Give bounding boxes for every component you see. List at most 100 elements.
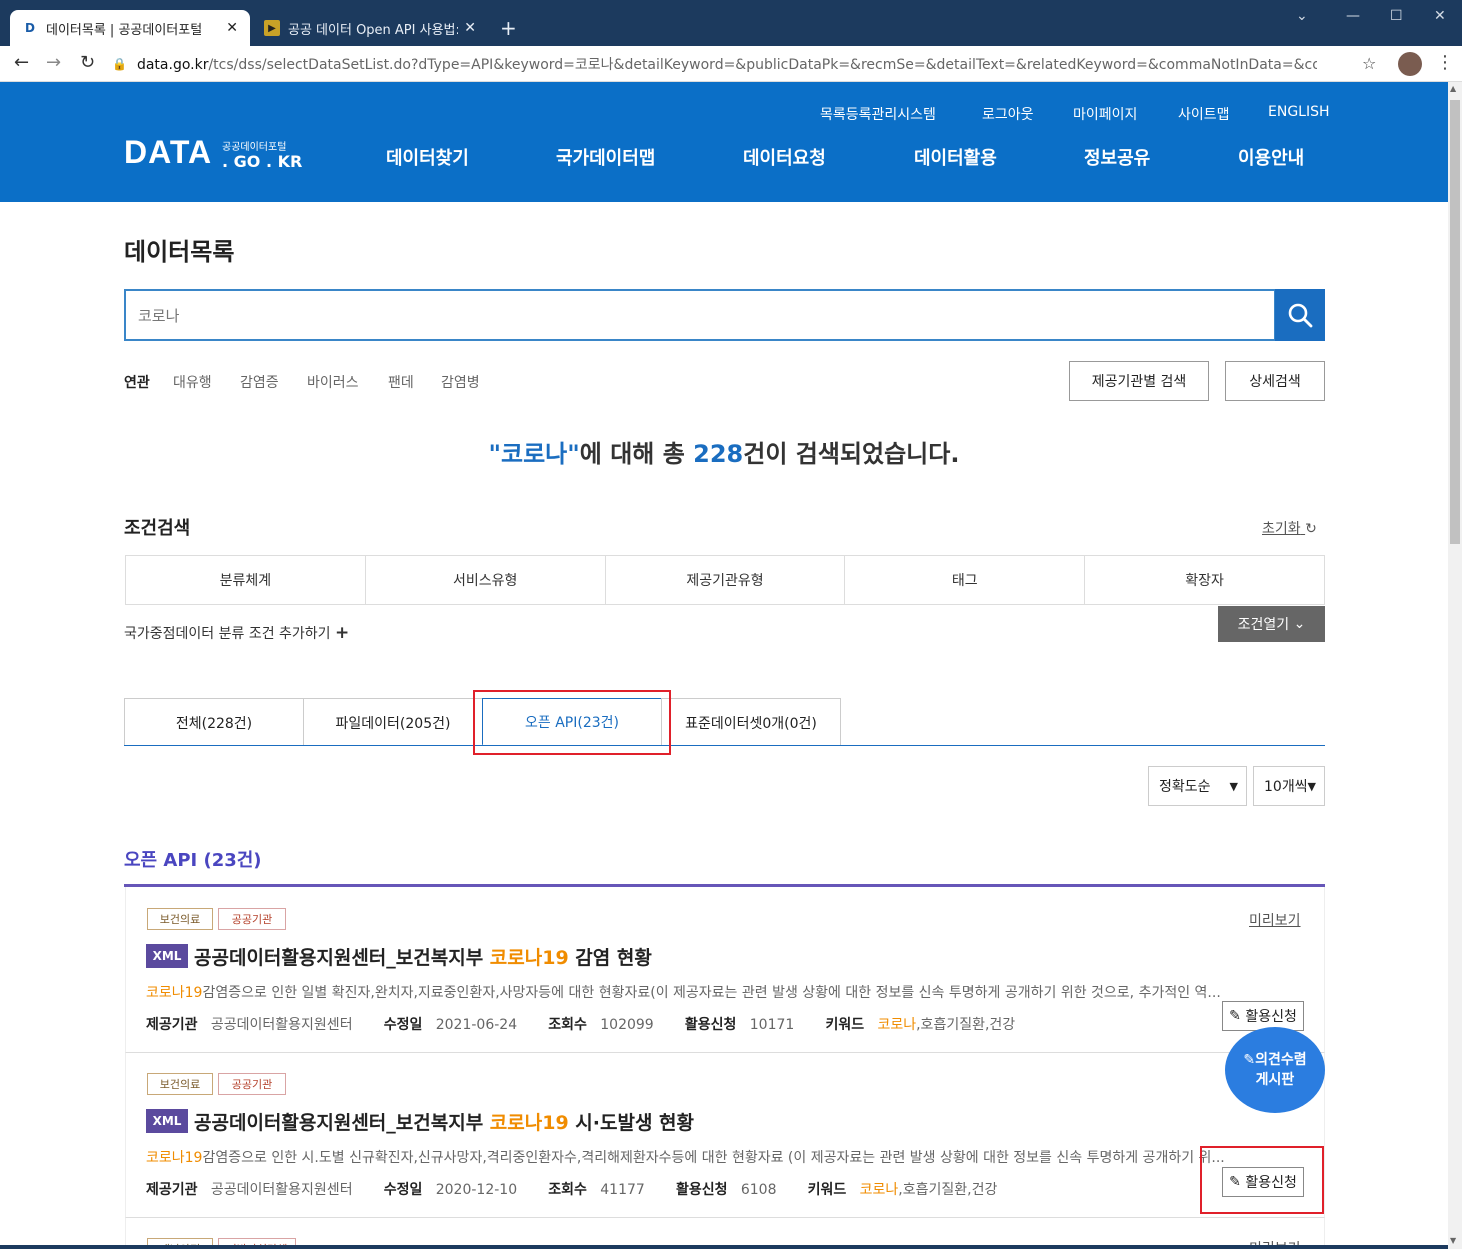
filter-extension[interactable]: 확장자 xyxy=(1085,556,1324,604)
meta-value: 공공데이터활용지원센터 xyxy=(210,1017,353,1033)
item-title[interactable]: 공공데이터활용지원센터_보건복지부 코로나19 시·도발생 현황 xyxy=(194,1108,694,1135)
back-arrow-icon[interactable]: ← xyxy=(14,52,29,73)
result-count: 228 xyxy=(693,440,744,468)
item-description: 코로나19감염증으로 인한 일별 확진자,완치자,지료중인환자,사망자등에 대한… xyxy=(146,982,1306,1002)
title-highlight: 코로나19 xyxy=(489,947,569,969)
meta-value: 2021-06-24 xyxy=(435,1017,518,1033)
category-badge: 보건의료 xyxy=(147,1073,213,1095)
apply-label: 활용신청 xyxy=(1245,1009,1297,1025)
minimize-icon[interactable]: — xyxy=(1346,8,1360,24)
feedback-board-button[interactable]: ✎의견수렴 게시판 xyxy=(1225,1027,1325,1113)
search-input[interactable]: 코로나 xyxy=(124,289,1276,341)
browser-tab-active[interactable]: D 데이터목록 | 공공데이터포털 ✕ xyxy=(10,10,250,46)
util-link-english[interactable]: ENGLISH xyxy=(1268,104,1330,120)
window-bottom-border xyxy=(0,1245,1448,1249)
filter-classification[interactable]: 분류체계 xyxy=(126,556,366,604)
desc-highlight: 코로나19 xyxy=(146,1150,203,1166)
add-national-condition[interactable]: 국가중점데이터 분류 조건 추가하기 + xyxy=(124,623,349,643)
browser-tab-inactive[interactable]: ▶ 공공 데이터 Open API 사용법: ✕ xyxy=(252,10,488,46)
tab-standard-dataset[interactable]: 표준데이터셋0개(0건) xyxy=(661,698,841,746)
util-link-mypage[interactable]: 마이페이지 xyxy=(1073,104,1137,124)
related-term[interactable]: 대유행 xyxy=(173,372,212,392)
lock-icon: 🔒 xyxy=(112,57,127,71)
tab-title: 공공 데이터 Open API 사용법: xyxy=(288,22,459,38)
tab-file-data[interactable]: 파일데이터(205건) xyxy=(303,698,483,746)
chevron-down-icon: ▼ xyxy=(1307,779,1316,793)
reset-button[interactable]: 초기화 ↻ xyxy=(1262,518,1317,538)
site-logo[interactable]: DATA 공공데이터포털 . GO . KR xyxy=(124,134,302,171)
logo-data-text: DATA xyxy=(124,134,213,170)
page-title: 데이터목록 xyxy=(124,238,235,266)
close-tab-icon[interactable]: ✕ xyxy=(226,20,238,36)
url-field[interactable]: 🔒 data.go.kr/tcs/dss/selectDataSetList.d… xyxy=(112,50,1390,78)
meta-key: 조회수 xyxy=(548,1182,587,1198)
related-term[interactable]: 감염증 xyxy=(240,372,279,392)
apply-button[interactable]: ✎ 활용신청 xyxy=(1222,1001,1304,1031)
util-link-sitemap[interactable]: 사이트맵 xyxy=(1178,104,1230,124)
data-portal-favicon-icon: D xyxy=(25,21,35,35)
nav-data-usage[interactable]: 데이터활용 xyxy=(914,144,997,170)
sort-order-select[interactable]: 정확도순 ▼ xyxy=(1148,766,1247,806)
nav-guide[interactable]: 이용안내 xyxy=(1238,144,1304,170)
item-title[interactable]: 공공데이터활용지원센터_보건복지부 코로나19 감염 현황 xyxy=(194,943,652,970)
profile-avatar[interactable] xyxy=(1398,52,1422,76)
feedback-label: 게시판 xyxy=(1255,1072,1295,1088)
filter-provider-type[interactable]: 제공기관유형 xyxy=(606,556,846,604)
desc-text: 감염증으로 인한 일별 확진자,완치자,지료중인환자,사망자등에 대한 현황자료… xyxy=(202,985,1221,1001)
filter-tag[interactable]: 태그 xyxy=(845,556,1086,604)
format-badge: XML xyxy=(146,944,188,968)
provider-search-button[interactable]: 제공기관별 검색 xyxy=(1069,361,1209,401)
url-domain: data.go.kr xyxy=(136,57,209,73)
close-window-icon[interactable]: ✕ xyxy=(1434,8,1446,24)
open-conditions-button[interactable]: 조건열기 ⌄ xyxy=(1218,606,1325,642)
tab-underline xyxy=(124,745,1325,746)
scrollbar-thumb[interactable] xyxy=(1450,100,1460,544)
forward-arrow-icon[interactable]: → xyxy=(46,52,61,73)
detail-search-button[interactable]: 상세검색 xyxy=(1225,361,1325,401)
tab-search-chevron-icon[interactable]: ⌄ xyxy=(1296,8,1308,24)
browser-menu-icon[interactable]: ⋮ xyxy=(1436,52,1454,73)
logo-domain-text: . GO . KR xyxy=(222,152,303,171)
category-badge: 보건의료 xyxy=(147,908,213,930)
title-text: 감염 현황 xyxy=(568,947,652,969)
tab-all[interactable]: 전체(228건) xyxy=(124,698,304,746)
result-summary: "코로나"에 대해 총 228건이 검색되었습니다. xyxy=(0,434,1448,469)
related-term[interactable]: 감염병 xyxy=(441,372,480,392)
reload-icon[interactable]: ↻ xyxy=(80,52,95,73)
refresh-icon: ↻ xyxy=(1305,521,1317,537)
result-keyword: "코로나" xyxy=(488,440,580,468)
close-tab-icon[interactable]: ✕ xyxy=(464,20,476,36)
meta-value: 102099 xyxy=(600,1017,654,1033)
nav-info-share[interactable]: 정보공유 xyxy=(1084,144,1150,170)
search-button[interactable] xyxy=(1275,289,1325,341)
filter-service-type[interactable]: 서비스유형 xyxy=(366,556,606,604)
desc-highlight: 코로나19 xyxy=(146,985,203,1001)
pencil-icon: ✎ xyxy=(1243,1052,1256,1068)
related-term[interactable]: 바이러스 xyxy=(307,372,359,392)
nav-national-data-map[interactable]: 국가데이터맵 xyxy=(556,144,655,170)
meta-key: 키워드 xyxy=(825,1017,865,1033)
meta-value: 2020-12-10 xyxy=(435,1182,518,1198)
url-path: /tcs/dss/selectDataSetList.do?dType=API&… xyxy=(208,57,1317,73)
nav-find-data[interactable]: 데이터찾기 xyxy=(386,144,469,170)
org-type-badge: 공공기관 xyxy=(218,1073,286,1095)
new-tab-plus-icon[interactable]: + xyxy=(500,16,517,40)
related-term[interactable]: 팬데 xyxy=(388,372,414,392)
util-link-logout[interactable]: 로그아웃 xyxy=(982,104,1034,124)
per-page-select[interactable]: 10개씩 ▼ xyxy=(1253,766,1325,806)
nav-data-request[interactable]: 데이터요청 xyxy=(743,144,826,170)
preview-link[interactable]: 미리보기 xyxy=(1249,910,1301,930)
filter-tabs: 분류체계 서비스유형 제공기관유형 태그 확장자 xyxy=(125,555,1325,605)
scroll-down-arrow-icon[interactable]: ▼ xyxy=(1450,1236,1456,1245)
open-conditions-label: 조건열기 xyxy=(1237,617,1290,633)
related-label: 연관 xyxy=(124,375,150,391)
org-type-badge: 공공기관 xyxy=(218,908,286,930)
maximize-icon[interactable]: ☐ xyxy=(1390,8,1403,24)
bookmark-star-icon[interactable]: ☆ xyxy=(1362,54,1376,73)
scroll-up-arrow-icon[interactable]: ▲ xyxy=(1450,84,1456,93)
feedback-label: 의견수렴 xyxy=(1255,1052,1307,1068)
list-item: 보건의료 공공기관 XML 공공데이터활용지원센터_보건복지부 코로나19 시·… xyxy=(125,1053,1325,1218)
per-page-value: 10개씩 xyxy=(1264,779,1308,795)
util-link-registry[interactable]: 목록등록관리시스템 xyxy=(820,104,936,124)
address-bar-row: ← → ↻ 🔒 data.go.kr/tcs/dss/selectDataSet… xyxy=(0,46,1462,82)
